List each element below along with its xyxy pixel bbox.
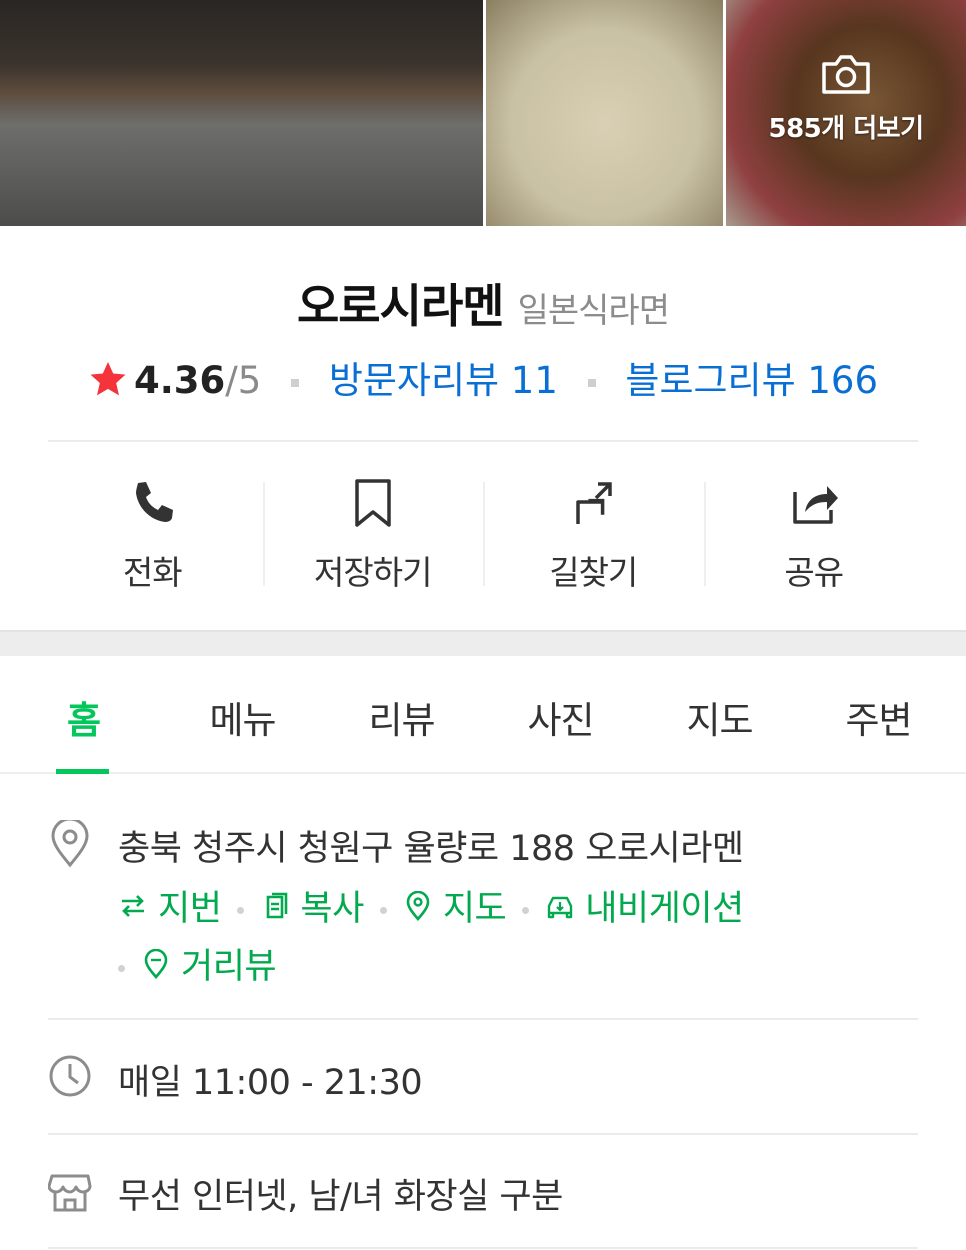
tab-map[interactable]: 지도 xyxy=(640,656,799,772)
share-label: 공유 xyxy=(784,553,844,592)
visitor-reviews-link[interactable]: 방문자리뷰 11 xyxy=(329,359,558,402)
address-row: 충북 청주시 청원구 율량로 188 오로시라멘 지번 복사 지도 내비게이션 xyxy=(48,818,918,988)
address-links: 지번 복사 지도 내비게이션 xyxy=(118,880,744,931)
bookmark-icon xyxy=(355,479,391,527)
place-name: 오로시라멘 xyxy=(296,279,505,333)
tab-home-label: 홈 xyxy=(66,699,101,742)
tab-reviews-label: 리뷰 xyxy=(368,699,435,742)
cutlet-plate-photo[interactable] xyxy=(486,0,723,226)
call-label: 전화 xyxy=(122,553,183,592)
rating-total: /5 xyxy=(225,359,262,402)
tab-photos[interactable]: 사진 xyxy=(481,656,640,772)
camera-icon xyxy=(822,55,870,94)
title-row: 오로시라멘 일본식라면 xyxy=(0,270,966,336)
location-pin-icon xyxy=(51,820,89,868)
photo-strip: 585개 더보기 xyxy=(0,0,966,226)
tab-nearby-label: 주변 xyxy=(845,699,912,742)
lot-number-link[interactable]: 지번 xyxy=(118,880,222,931)
navigation-link[interactable]: 내비게이션 xyxy=(545,880,744,931)
map-link[interactable]: 지도 xyxy=(403,880,507,931)
divider xyxy=(48,1018,918,1020)
hours-text: 매일 11:00 - 21:30 xyxy=(118,1063,423,1103)
blog-reviews-link[interactable]: 블로그리뷰 166 xyxy=(625,359,878,402)
ramen-bowl-photo[interactable]: 585개 더보기 xyxy=(726,0,966,226)
tab-bar: 홈 메뉴 리뷰 사진 지도 주변 xyxy=(0,656,966,774)
map-label: 지도 xyxy=(442,889,507,929)
amenities-row: 무선 인터넷, 남/녀 화장실 구분 xyxy=(48,1166,918,1218)
divider xyxy=(48,1133,918,1135)
star-icon xyxy=(90,362,126,396)
directions-label: 길찾기 xyxy=(549,553,638,592)
street-view-link[interactable]: 거리뷰 xyxy=(141,938,277,989)
hours-row[interactable]: 매일 11:00 - 21:30 xyxy=(48,1052,918,1104)
separator-dot xyxy=(118,965,125,972)
directions-button[interactable]: 길찾기 xyxy=(483,470,704,592)
navigation-label: 내비게이션 xyxy=(585,889,744,929)
separator-dot xyxy=(522,907,530,914)
tab-menu[interactable]: 메뉴 xyxy=(163,656,322,772)
map-pin-icon xyxy=(406,890,430,921)
separator-dot xyxy=(587,378,596,387)
tab-photos-label: 사진 xyxy=(527,699,594,742)
storefront-photo[interactable] xyxy=(0,0,483,226)
address-text: 충북 청주시 청원구 율량로 188 오로시라멘 xyxy=(118,829,744,869)
directions-icon xyxy=(576,482,612,524)
more-photos-button[interactable]: 585개 더보기 xyxy=(726,52,966,145)
swap-icon xyxy=(122,894,144,917)
save-label: 저장하기 xyxy=(314,553,432,592)
section-gap xyxy=(0,630,966,656)
tab-reviews[interactable]: 리뷰 xyxy=(322,656,481,772)
address-links-row2: 거리뷰 xyxy=(118,938,277,989)
street-view-label: 거리뷰 xyxy=(181,947,277,987)
share-button[interactable]: 공유 xyxy=(703,470,925,592)
car-icon xyxy=(548,896,573,918)
place-category: 일본식라면 xyxy=(517,291,670,331)
save-button[interactable]: 저장하기 xyxy=(262,470,484,592)
store-icon xyxy=(48,1174,92,1212)
rating-score: 4.36 xyxy=(133,359,226,402)
street-view-icon xyxy=(144,948,168,979)
active-tab-indicator xyxy=(56,769,109,774)
copy-link[interactable]: 복사 xyxy=(260,880,364,931)
amenities-text: 무선 인터넷, 남/녀 화장실 구분 xyxy=(118,1177,563,1217)
divider xyxy=(48,1247,918,1249)
separator-dot xyxy=(379,907,387,914)
call-button[interactable]: 전화 xyxy=(42,470,263,592)
tab-menu-label: 메뉴 xyxy=(209,699,276,742)
phone-icon xyxy=(136,482,174,522)
divider xyxy=(48,440,918,442)
clock-icon xyxy=(49,1055,91,1097)
tab-home[interactable]: 홈 xyxy=(4,656,163,774)
separator-dot xyxy=(291,378,300,387)
copy-icon xyxy=(267,892,288,918)
share-icon xyxy=(793,486,838,524)
more-photos-label: 585개 더보기 xyxy=(768,114,924,144)
separator-dot xyxy=(237,907,245,914)
action-bar: 전화 저장하기 길찾기 공유 xyxy=(42,470,925,592)
copy-label: 복사 xyxy=(300,889,364,929)
lot-number-label: 지번 xyxy=(158,889,222,929)
tab-nearby[interactable]: 주변 xyxy=(799,656,958,772)
tab-map-label: 지도 xyxy=(686,699,753,742)
rating-row: 4.36/5 방문자리뷰 11 블로그리뷰 166 xyxy=(0,350,966,404)
